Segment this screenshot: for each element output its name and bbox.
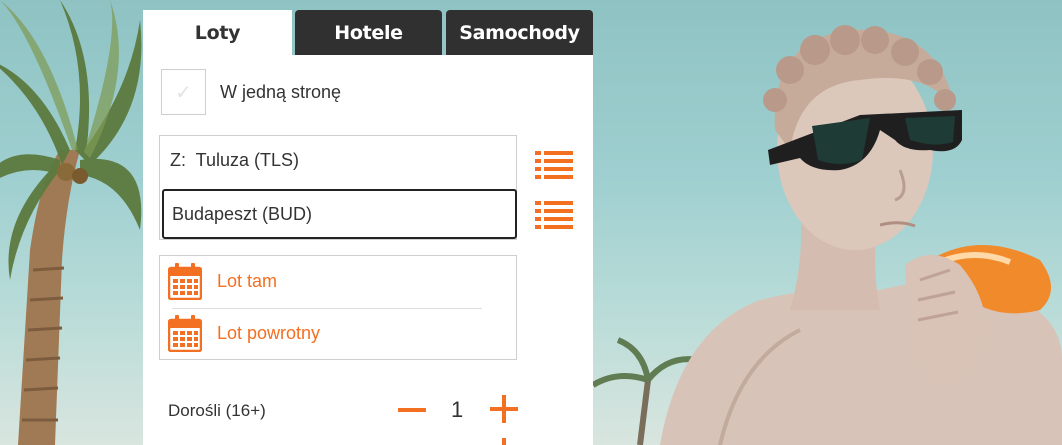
calendar-icon [168, 315, 202, 352]
return-date-label: Lot powrotny [217, 322, 321, 343]
divider [172, 308, 482, 309]
check-icon: ✓ [175, 80, 192, 104]
outbound-date-field[interactable]: Lot tam [168, 262, 277, 300]
search-tabs: Loty Hotele Samochody [143, 10, 593, 55]
origin-field[interactable]: Z: Tuluza (TLS) [170, 150, 299, 171]
destination-list-icon[interactable] [535, 199, 573, 229]
tab-hotels[interactable]: Hotele [295, 10, 442, 55]
flight-search-panel: Loty Hotele Samochody ✓ W jedną stronę Z… [143, 10, 593, 445]
one-way-label: W jedną stronę [220, 81, 342, 102]
adults-label: Dorośli (16+) [168, 401, 266, 420]
tab-cars[interactable]: Samochody [446, 10, 593, 55]
tab-flights[interactable]: Loty [143, 10, 292, 55]
destination-input[interactable] [162, 189, 517, 239]
adults-count: 1 [451, 397, 464, 422]
date-fields: Lot tam Lot powrotny [159, 255, 517, 360]
return-date-field[interactable]: Lot powrotny [168, 314, 320, 352]
plus-icon[interactable] [488, 438, 520, 445]
calendar-icon [168, 263, 202, 300]
minus-icon[interactable] [396, 396, 428, 424]
one-way-option: ✓ W jedną stronę [161, 69, 341, 115]
adults-row: Dorośli (16+) 1 [168, 390, 528, 430]
origin-list-icon[interactable] [535, 149, 573, 179]
plus-icon[interactable] [488, 393, 520, 425]
one-way-checkbox[interactable]: ✓ [161, 69, 206, 115]
search-form: ✓ W jedną stronę Z: Tuluza (TLS) Budapes… [143, 55, 593, 445]
outbound-date-label: Lot tam [217, 270, 278, 291]
route-fields: Z: Tuluza (TLS) [159, 135, 517, 240]
